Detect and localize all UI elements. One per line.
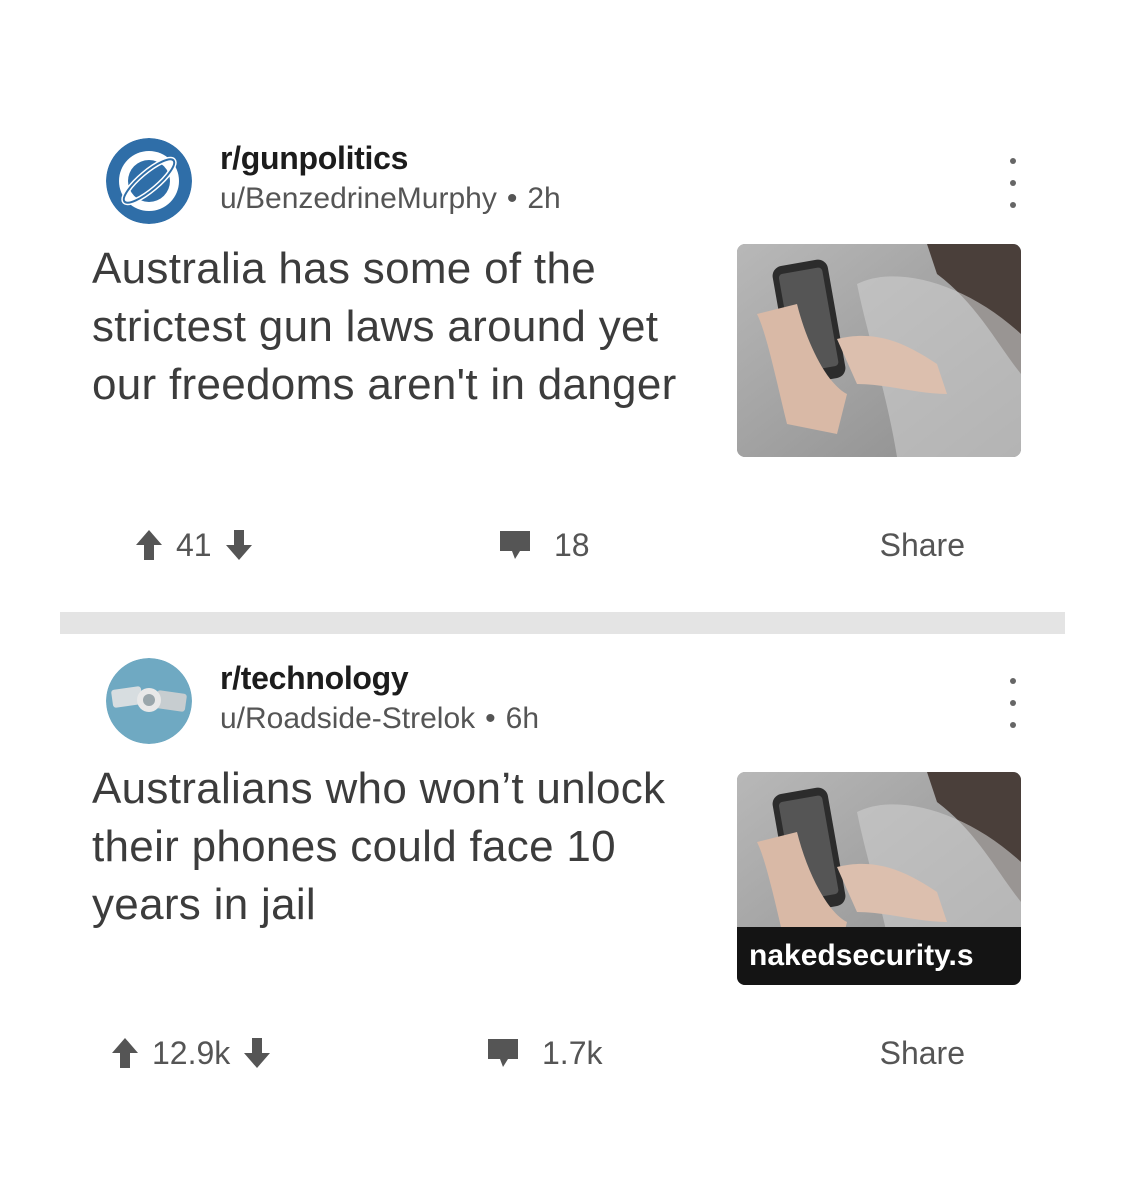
subreddit-name[interactable]: r/technology [220, 660, 409, 697]
action-bar: 12.9k 1.7k Share [60, 1028, 1065, 1078]
upvote-arrow-icon[interactable] [134, 528, 164, 562]
username[interactable]: u/Roadside-Strelok [220, 702, 475, 735]
comment-bubble-icon [500, 531, 530, 559]
upvote-arrow-icon[interactable] [110, 1036, 140, 1070]
subreddit-icon[interactable] [106, 138, 192, 224]
post-title[interactable]: Australians who won’t unlock their phone… [92, 760, 702, 934]
action-bar: 41 18 Share [60, 520, 1065, 570]
separator: • [485, 702, 496, 735]
subreddit-icon[interactable] [106, 658, 192, 744]
post-thumbnail[interactable]: nakedsecurity.s [737, 772, 1021, 985]
post-thumbnail[interactable] [737, 244, 1021, 457]
post-divider [60, 612, 1065, 634]
comments-button[interactable]: 18 [498, 520, 590, 570]
subreddit-name[interactable]: r/gunpolitics [220, 140, 408, 177]
vote-count: 12.9k [152, 1034, 231, 1071]
vote-controls: 12.9k [110, 1028, 272, 1078]
more-options-icon[interactable] [1007, 678, 1019, 728]
post-card[interactable]: r/gunpolitics u/BenzedrineMurphy • 2h Aust… [60, 120, 1065, 610]
post-age: 2h [527, 182, 561, 215]
share-button[interactable]: Share [880, 1028, 965, 1078]
link-domain-label[interactable]: nakedsecurity.s [737, 927, 1021, 985]
comments-button[interactable]: 1.7k [486, 1028, 602, 1078]
reddit-planet-icon [106, 138, 192, 224]
downvote-arrow-icon[interactable] [224, 528, 254, 562]
comment-count: 1.7k [542, 1034, 603, 1071]
post-meta: u/BenzedrineMurphy • 2h [220, 182, 561, 216]
username[interactable]: u/BenzedrineMurphy [220, 182, 497, 215]
post-card[interactable]: r/technology u/Roadside-Strelok • 6h Austr… [60, 640, 1065, 1110]
post-title[interactable]: Australia has some of the strictest gun … [92, 240, 702, 414]
post-age: 6h [505, 702, 540, 735]
post-meta: u/Roadside-Strelok • 6h [220, 702, 539, 736]
downvote-arrow-icon[interactable] [242, 1036, 272, 1070]
comment-bubble-icon [488, 1039, 518, 1067]
vote-controls: 41 [134, 520, 254, 570]
share-button[interactable]: Share [880, 520, 965, 570]
handshake-icon [106, 658, 192, 744]
more-options-icon[interactable] [1007, 158, 1019, 208]
phone-in-hands-image [737, 244, 1021, 457]
comment-count: 18 [554, 526, 590, 563]
separator: • [506, 182, 518, 215]
vote-count: 41 [176, 526, 212, 563]
